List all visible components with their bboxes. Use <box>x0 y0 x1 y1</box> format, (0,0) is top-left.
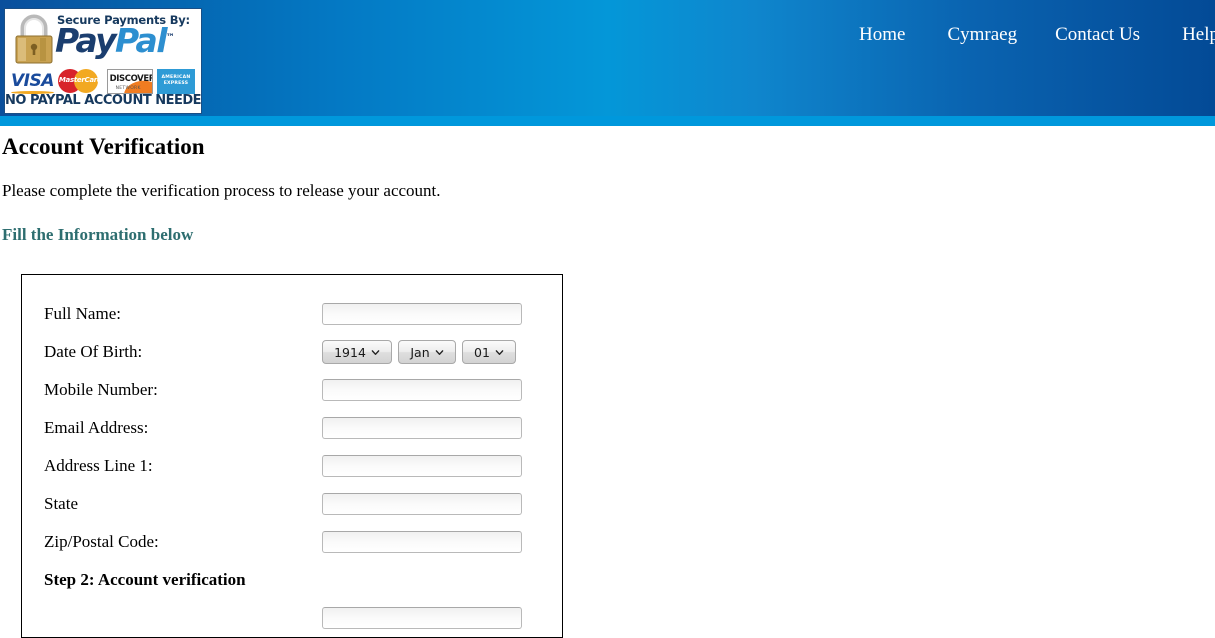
wordmark-pal: Pal <box>115 21 167 60</box>
label-mobile-number: Mobile Number: <box>44 380 158 399</box>
step-2-heading: Step 2: Account verification <box>44 570 246 589</box>
state-input[interactable] <box>322 493 522 515</box>
page-title: Account Verification <box>2 134 205 159</box>
main-navigation: Home Cymraeg Contact Us Help <box>859 24 1215 46</box>
label-full-name: Full Name: <box>44 304 121 323</box>
form-row-zip-postal-code: Zip/Postal Code: <box>44 523 530 561</box>
discover-label: DISCOVER <box>109 73 153 84</box>
partial-row-input[interactable] <box>322 607 522 629</box>
full-name-input[interactable] <box>322 303 522 325</box>
padlock-icon <box>15 14 53 64</box>
form-row-step2-heading: Step 2: Account verification <box>44 561 530 599</box>
date-of-birth-selects: 1914 Jan 01 <box>322 340 530 364</box>
form-row-state: State <box>44 485 530 523</box>
accepted-cards-row: VISA MasterCard DISCOVER NETWORK AMERICA… <box>5 67 201 95</box>
form-row-partial <box>44 599 530 637</box>
chevron-down-icon <box>371 349 380 355</box>
email-address-input[interactable] <box>322 417 522 439</box>
form-fields-table: Full Name: Date Of Birth: 1914 Jan 01 Mo… <box>44 295 530 637</box>
chevron-down-icon <box>495 349 504 355</box>
dob-month-value: Jan <box>410 344 430 360</box>
form-row-address-line-1: Address Line 1: <box>44 447 530 485</box>
form-row-full-name: Full Name: <box>44 295 530 333</box>
label-date-of-birth: Date Of Birth: <box>44 342 143 361</box>
form-row-date-of-birth: Date Of Birth: 1914 Jan 01 <box>44 333 530 371</box>
label-zip-postal-code: Zip/Postal Code: <box>44 532 159 551</box>
label-address-line-1: Address Line 1: <box>44 456 153 475</box>
nav-link-contact-us[interactable]: Contact Us <box>1055 24 1140 46</box>
paypal-wordmark: PayPal™ <box>55 24 175 57</box>
nav-link-cymraeg[interactable]: Cymraeg <box>947 24 1017 46</box>
dob-day-value: 01 <box>474 344 490 360</box>
verification-form: Full Name: Date Of Birth: 1914 Jan 01 Mo… <box>21 274 563 638</box>
badge-bottom-text: NO PAYPAL ACCOUNT NEEDED! <box>5 93 202 108</box>
dob-year-value: 1914 <box>334 344 366 360</box>
page-subtitle: Please complete the verification process… <box>2 181 441 201</box>
label-email-address: Email Address: <box>44 418 149 437</box>
label-state: State <box>44 494 78 513</box>
section-heading: Fill the Information below <box>2 225 194 245</box>
amex-label: AMERICAN EXPRESS <box>161 75 191 86</box>
address-line-1-input[interactable] <box>322 455 522 477</box>
mobile-number-input[interactable] <box>322 379 522 401</box>
badge-top: Secure Payments By: PayPal™ <box>5 9 201 69</box>
mastercard-label: MasterCard <box>58 76 102 84</box>
trademark-symbol: ™ <box>165 33 175 43</box>
nav-link-help[interactable]: Help <box>1182 24 1215 46</box>
label-partial-row <box>44 599 322 637</box>
discover-sub-label: NETWORK <box>115 85 141 91</box>
dob-year-select[interactable]: 1914 <box>322 340 392 364</box>
dob-month-select[interactable]: Jan <box>398 340 456 364</box>
form-row-mobile-number: Mobile Number: <box>44 371 530 409</box>
header-accent-bar <box>0 116 1215 126</box>
chevron-down-icon <box>435 349 443 355</box>
visa-card-icon: VISA <box>11 70 54 94</box>
amex-card-icon: AMERICAN EXPRESS <box>156 68 195 94</box>
main-content: Account Verification Please complete the… <box>0 134 1215 638</box>
site-header: Secure Payments By: PayPal™ VISA MasterC… <box>0 0 1215 116</box>
discover-card-icon: DISCOVER NETWORK <box>106 68 153 94</box>
dob-day-select[interactable]: 01 <box>462 340 516 364</box>
wordmark-pay: Pay <box>55 21 117 60</box>
mastercard-card-icon: MasterCard <box>58 68 102 94</box>
nav-link-home[interactable]: Home <box>859 24 905 46</box>
form-row-email-address: Email Address: <box>44 409 530 447</box>
paypal-secure-payments-badge: Secure Payments By: PayPal™ VISA MasterC… <box>4 8 202 114</box>
zip-postal-code-input[interactable] <box>322 531 522 553</box>
